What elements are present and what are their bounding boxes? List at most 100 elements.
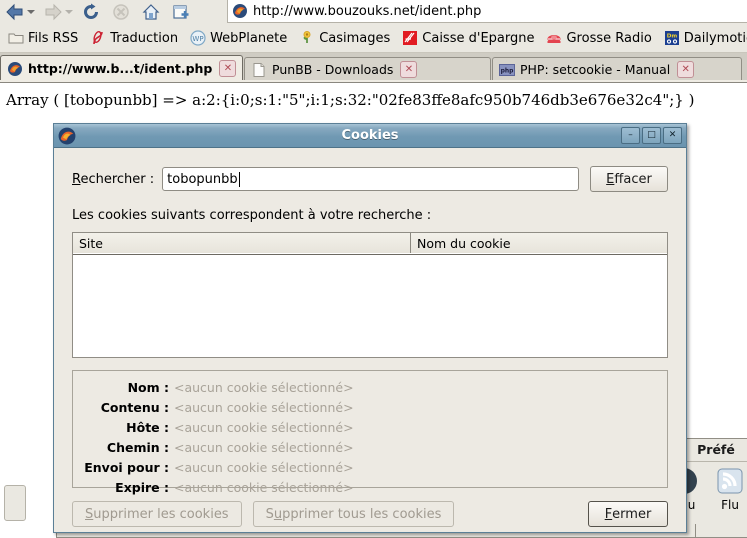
dailymotion-icon: Dm: [664, 30, 680, 46]
bookmark-caisse-epargne[interactable]: Caisse d'Epargne: [398, 27, 538, 49]
search-label-rest: echercher :: [80, 171, 155, 187]
preferences-window[interactable]: Préfé enu Flu: [684, 438, 747, 538]
tab-strip-bottom-edge: [0, 80, 747, 83]
feed-icon: [707, 464, 747, 498]
menu-icon: [685, 464, 707, 498]
detail-label-hote: Hôte :: [126, 419, 169, 435]
preferences-toolbar: enu Flu: [685, 462, 747, 518]
tab-close-icon[interactable]: ✕: [677, 61, 695, 78]
clear-search-button[interactable]: Effacer: [590, 166, 668, 192]
url-text: http://www.bouzouks.net/ident.php: [253, 3, 482, 19]
delete-all-prefix: S: [265, 506, 274, 522]
search-input[interactable]: tobopunbb: [162, 167, 579, 191]
forward-button: [38, 1, 68, 23]
column-header-cookie-name[interactable]: Nom du cookie: [411, 233, 667, 253]
casimages-icon: [299, 30, 315, 46]
grosse-radio-icon: [546, 30, 562, 46]
detail-row-hote: Hôte : <aucun cookie sélectionné>: [73, 417, 667, 437]
maximize-button[interactable]: □: [642, 127, 661, 144]
detail-label-expire: Expire :: [115, 479, 169, 495]
back-button[interactable]: [0, 1, 30, 23]
reload-button[interactable]: [76, 1, 106, 23]
detail-label-envoi-pour: Envoi pour :: [84, 459, 169, 475]
window-buttons: – □ ✕: [619, 127, 686, 144]
close-dialog-button[interactable]: Fermer: [588, 501, 668, 527]
close-button[interactable]: ✕: [663, 127, 682, 144]
bookmark-caisse-epargne-label: Caisse d'Epargne: [422, 30, 535, 46]
dialog-body: Rechercher : tobopunbb Effacer Les cooki…: [54, 148, 686, 527]
delete-cookies-button: Supprimer les cookies: [72, 501, 242, 527]
preferences-item-feeds[interactable]: Flu: [707, 464, 747, 512]
clear-button-rest: ffacer: [614, 171, 652, 187]
detail-value-nom: <aucun cookie sélectionné>: [174, 379, 354, 395]
bookmark-traduction-label: Traduction: [110, 30, 179, 46]
new-tab-icon: [173, 5, 189, 19]
back-arrow-icon: [6, 3, 23, 21]
reload-icon: [84, 3, 98, 19]
tab-ident-php[interactable]: http://www.b...t/ident.php ✕: [0, 55, 243, 81]
dialog-title: Cookies: [341, 128, 399, 143]
background-window-control[interactable]: [4, 485, 26, 521]
clear-button-accel: E: [606, 171, 615, 187]
detail-row-envoi-pour: Envoi pour : <aucun cookie sélectionné>: [73, 457, 667, 477]
preferences-title: Préfé: [697, 442, 735, 457]
bookmark-casimages[interactable]: Casimages: [295, 27, 394, 49]
stop-button: [106, 1, 136, 23]
tab-close-icon[interactable]: ✕: [400, 61, 418, 78]
minimize-button[interactable]: –: [621, 127, 640, 144]
detail-row-contenu: Contenu : <aucun cookie sélectionné>: [73, 397, 667, 417]
home-icon: [142, 4, 160, 20]
preferences-item-menu[interactable]: enu: [685, 464, 707, 512]
tab-punbb-downloads[interactable]: PunBB - Downloads ✕: [244, 57, 491, 81]
new-tab-button[interactable]: [166, 1, 196, 23]
bookmark-fils-rss-label: Fils RSS: [28, 30, 79, 46]
bookmark-grosse-radio[interactable]: Grosse Radio: [542, 27, 655, 49]
page-icon: [251, 62, 267, 78]
bookmark-webplanete-label: WebPlanete: [210, 30, 288, 46]
tab-ident-php-label: http://www.b...t/ident.php: [28, 61, 213, 76]
forward-arrow-icon: [45, 3, 62, 21]
close-dialog-accel: F: [604, 506, 613, 522]
bookmark-dailymotion[interactable]: Dm Dailymotion: [660, 27, 747, 49]
detail-row-nom: Nom : <aucun cookie sélectionné>: [73, 377, 667, 397]
delete-all-accel: u: [273, 506, 283, 522]
caisse-epargne-icon: [402, 30, 418, 46]
detail-label-nom: Nom :: [127, 379, 169, 395]
detail-value-expire: <aucun cookie sélectionné>: [174, 479, 354, 495]
cookies-dialog: Cookies – □ ✕ Rechercher : tobopunbb Eff…: [53, 123, 687, 533]
cookies-list-body[interactable]: [73, 255, 667, 357]
tab-php-setcookie[interactable]: php PHP: setcookie - Manual ✕: [492, 57, 742, 81]
bookmark-casimages-label: Casimages: [319, 30, 391, 46]
bookmark-webplanete[interactable]: WP WebPlanete: [186, 27, 291, 49]
tab-strip: http://www.b...t/ident.php ✕ PunBB - Dow…: [0, 53, 747, 81]
detail-row-chemin: Chemin : <aucun cookie sélectionné>: [73, 437, 667, 457]
url-bar[interactable]: http://www.bouzouks.net/ident.php: [227, 0, 747, 23]
detail-value-hote: <aucun cookie sélectionné>: [174, 419, 354, 435]
column-header-site[interactable]: Site: [73, 233, 411, 253]
webplanete-icon: WP: [190, 30, 206, 46]
bookmark-grosse-radio-label: Grosse Radio: [566, 30, 652, 46]
home-button[interactable]: [136, 1, 166, 23]
php-icon: php: [499, 62, 515, 78]
detail-value-chemin: <aucun cookie sélectionné>: [174, 439, 354, 455]
bookmarks-toolbar: Fils RSS Traduction WP WebPlanete Casima…: [0, 24, 747, 53]
traduction-icon: [90, 30, 106, 46]
cookies-list[interactable]: Site Nom du cookie: [72, 232, 668, 358]
detail-value-envoi-pour: <aucun cookie sélectionné>: [174, 459, 354, 475]
svg-text:WP: WP: [193, 35, 204, 43]
tab-close-icon[interactable]: ✕: [219, 60, 237, 77]
bookmark-fils-rss[interactable]: Fils RSS: [4, 27, 82, 49]
cookie-details-panel: Nom : <aucun cookie sélectionné> Contenu…: [72, 370, 668, 495]
svg-text:php: php: [501, 67, 515, 74]
bookmark-traduction[interactable]: Traduction: [86, 27, 182, 49]
svg-text:Dm: Dm: [667, 34, 678, 40]
stop-icon: [113, 4, 129, 20]
tab-php-setcookie-label: PHP: setcookie - Manual: [520, 62, 671, 77]
close-dialog-rest: ermer: [612, 506, 652, 522]
delete-all-cookies-button: Su pprimer tous les cookies: [252, 501, 455, 527]
detail-label-contenu: Contenu :: [100, 399, 169, 415]
dialog-title-bar[interactable]: Cookies – □ ✕: [54, 124, 686, 148]
results-hint: Les cookies suivants correspondent à vot…: [72, 208, 432, 223]
search-row: Rechercher : tobopunbb Effacer: [72, 148, 668, 192]
firefox-favicon-icon: [7, 61, 23, 77]
